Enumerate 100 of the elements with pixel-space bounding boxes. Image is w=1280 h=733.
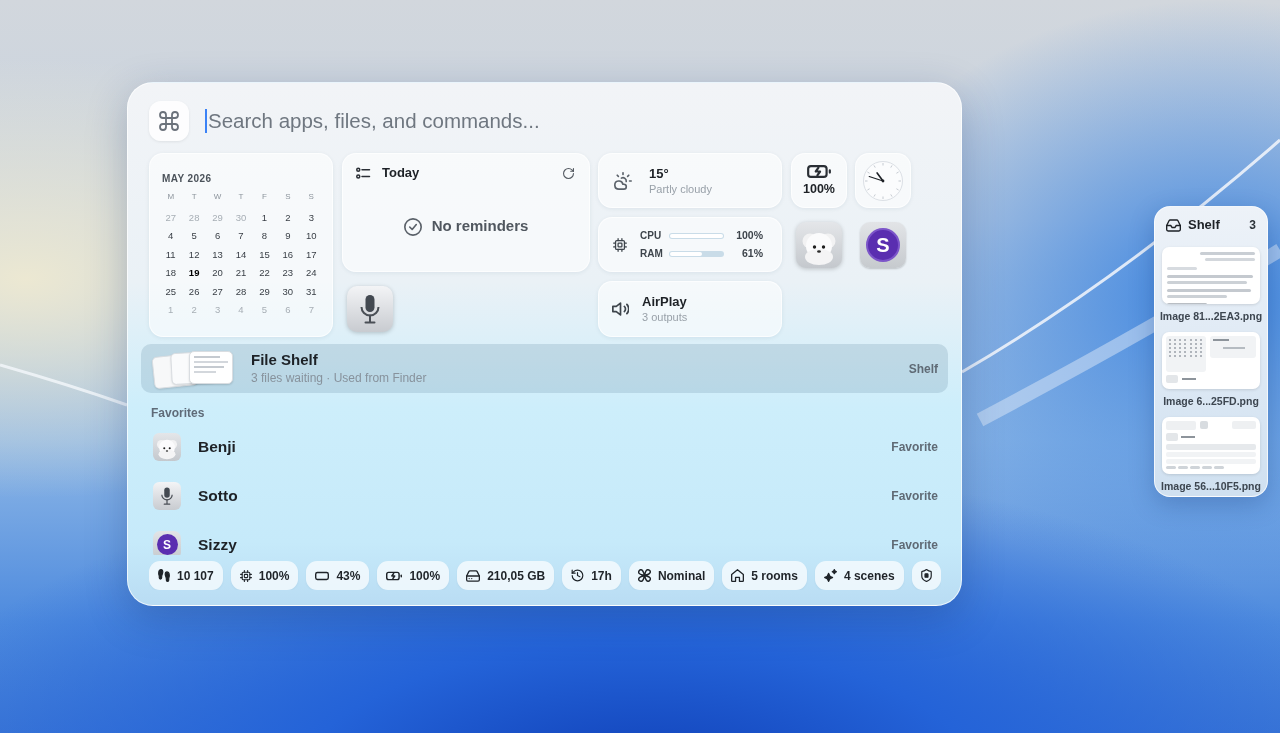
shield-icon <box>920 569 932 582</box>
file-name: Image 81...2EA3.png <box>1159 309 1263 323</box>
airplay-widget[interactable]: AirPlay 3 outputs <box>598 281 782 337</box>
calendar-day: 20 <box>205 264 230 283</box>
calendar-day: 3 <box>205 300 230 320</box>
metric-label: CPU <box>640 229 663 243</box>
favorite-tag: Favorite <box>891 439 938 454</box>
calendar-day: 2 <box>276 209 300 228</box>
calendar-day: 25 <box>159 282 183 301</box>
calendar-day: 11 <box>159 245 183 265</box>
calendar-day: 13 <box>205 245 230 265</box>
letter-app-icon[interactable]: S <box>860 222 906 268</box>
calendar-day: 29 <box>252 282 277 301</box>
calendar-day: 4 <box>159 227 183 246</box>
status-chip[interactable]: 100% <box>230 561 299 590</box>
house-icon <box>731 569 745 582</box>
result-tag: Shelf <box>908 359 938 378</box>
calendar-day: 16 <box>276 245 300 265</box>
calendar-day: 27 <box>205 282 230 301</box>
favorite-tag: Favorite <box>891 488 938 503</box>
chip-icon <box>613 237 627 252</box>
history-icon <box>571 569 585 582</box>
widget-title: Today <box>382 164 420 183</box>
weekday-label: W <box>212 192 223 202</box>
result-title: File Shelf <box>251 351 319 369</box>
calendar-day: 10 <box>299 227 323 246</box>
shelf-count: 3 <box>1249 217 1256 234</box>
fan-icon <box>637 569 651 582</box>
text-cursor-icon <box>205 109 207 133</box>
calendar-day: 22 <box>252 264 277 283</box>
clock-icon <box>863 160 903 201</box>
refresh-icon[interactable] <box>563 167 574 179</box>
result-row[interactable]: File Shelf 3 files waiting · Used from Finder Shelf <box>141 344 948 393</box>
calendar-day: 24 <box>299 264 323 283</box>
battery-icon <box>315 570 330 581</box>
weekday-label: M <box>166 192 176 202</box>
weekday-label: S <box>284 192 292 202</box>
status-chip[interactable]: Nominal <box>628 561 715 590</box>
cloud-sun-icon <box>613 171 633 190</box>
calendar-day: 23 <box>276 264 300 283</box>
status-chip[interactable]: 43% <box>306 561 370 590</box>
dog-icon[interactable] <box>796 222 842 268</box>
calendar-day: 30 <box>276 282 300 301</box>
calendar-day: 7 <box>299 300 323 320</box>
microphone-icon <box>153 481 181 510</box>
footprints-icon <box>158 569 170 582</box>
calendar-day: 5 <box>252 300 277 320</box>
status-chip[interactable]: 5 rooms <box>722 561 807 590</box>
calendar-day: 8 <box>252 227 277 246</box>
sparkle-icon <box>823 569 837 582</box>
favorite-row[interactable]: Benji Favorite <box>141 422 948 471</box>
calendar-day: 6 <box>205 227 230 246</box>
status-chip[interactable]: 17h <box>562 561 621 590</box>
weekday-label: T <box>237 192 245 202</box>
empty-state-text: No reminders <box>431 216 529 237</box>
calendar-day: 26 <box>182 282 206 301</box>
calendar-thumbnail-drawing[interactable] <box>1162 332 1260 389</box>
status-chip[interactable]: 10 107 <box>149 561 223 590</box>
document-thumbnail-drawing[interactable] <box>1162 247 1260 304</box>
calendar-day: 17 <box>299 245 323 265</box>
calendar-day: 19 <box>182 264 206 283</box>
hard-drive-icon <box>466 569 481 582</box>
tray-icon <box>1166 218 1181 232</box>
calendar-day: 30 <box>229 209 253 228</box>
chip-icon <box>239 569 252 582</box>
metric-label: RAM <box>640 247 664 261</box>
calendar-day: 21 <box>229 264 253 283</box>
calendar-day: 2 <box>182 300 206 320</box>
status-chip[interactable] <box>911 561 941 590</box>
calendar-day: 3 <box>299 209 323 228</box>
status-chip[interactable]: 4 scenes <box>814 561 904 590</box>
temperature-text: 15° <box>649 165 670 181</box>
list-thumbnail-drawing[interactable] <box>1162 417 1260 474</box>
weekday-label: S <box>307 192 315 202</box>
favorite-row[interactable]: S Sizzy Favorite <box>141 520 948 555</box>
result-subtitle: 3 files waiting · Used from Finder <box>251 371 427 386</box>
favorite-tag: Favorite <box>891 537 938 552</box>
speaker-icon <box>612 302 629 316</box>
microphone-icon[interactable] <box>347 286 393 332</box>
calendar-day: 29 <box>205 209 230 228</box>
favorite-name: Benji <box>198 438 236 455</box>
command-icon <box>149 101 189 141</box>
usage-bar <box>669 250 724 257</box>
favorite-name: Sizzy <box>198 536 237 553</box>
favorite-row[interactable]: Sotto Favorite <box>141 471 948 520</box>
favorite-name: Sotto <box>198 487 238 504</box>
search-field[interactable]: Search apps, files, and commands... <box>208 106 940 136</box>
battery-charging-icon <box>386 570 403 581</box>
calendar-day: 7 <box>229 227 253 246</box>
status-chip[interactable]: 100% <box>377 561 450 590</box>
shelf-title: Shelf <box>1188 216 1220 235</box>
calendar-day: 9 <box>276 227 300 246</box>
calendar-day: 28 <box>229 282 253 301</box>
battery-percent: 100% <box>803 181 835 197</box>
weekday-label: T <box>190 192 198 202</box>
calendar-day: 5 <box>182 227 206 246</box>
status-chip[interactable]: 210,05 GB <box>457 561 555 590</box>
section-heading: Favorites <box>150 405 206 421</box>
weekday-label: F <box>260 192 268 202</box>
calendar-day: 12 <box>182 245 206 265</box>
